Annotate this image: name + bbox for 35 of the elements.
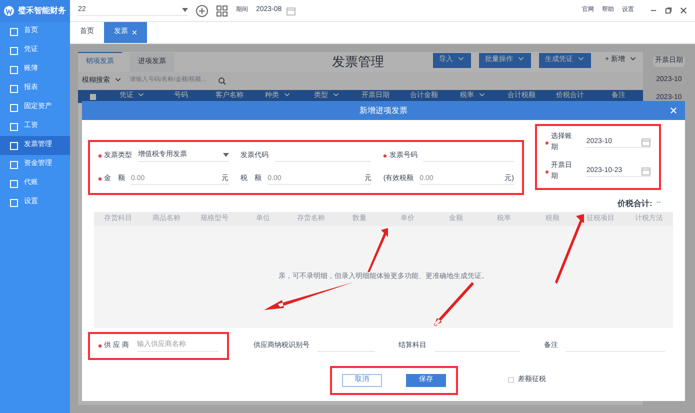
menu-icon [10, 28, 18, 36]
page-title: 发票管理 [332, 53, 384, 71]
total-label: 价税合计: [618, 198, 652, 210]
calendar-icon [641, 136, 651, 147]
required-icon [98, 154, 102, 158]
required-icon [98, 344, 102, 348]
menu-icon [10, 84, 18, 92]
required-icon [545, 170, 549, 174]
restore-icon[interactable] [665, 7, 672, 14]
minimize-icon[interactable] [650, 7, 657, 14]
calendar-icon [641, 166, 651, 176]
caret-down-icon [182, 8, 188, 12]
add-icon[interactable] [196, 4, 208, 16]
menu-icon [10, 46, 18, 54]
required-icon [383, 154, 388, 158]
caret-down-icon [222, 153, 229, 158]
dialog-title: 新增进项发票 [360, 104, 408, 116]
logo-icon [4, 4, 14, 18]
menu-icon [10, 198, 18, 206]
close-icon[interactable] [680, 7, 687, 14]
menu-icon [10, 180, 18, 188]
grid-icon[interactable] [216, 4, 228, 16]
required-icon [545, 140, 549, 144]
menu-icon [10, 122, 18, 130]
menu-icon [10, 104, 18, 112]
annotation-arrow [434, 282, 474, 326]
logo-text: 璧禾智能财务 [18, 5, 66, 17]
select-all-checkbox[interactable] [90, 94, 96, 100]
menu-icon [10, 160, 18, 168]
required-icon [98, 177, 102, 182]
menu-icon [10, 142, 18, 150]
calendar-icon [286, 6, 296, 16]
chevron-down-icon [114, 76, 122, 84]
menu-icon [10, 66, 18, 74]
search-icon[interactable] [218, 76, 226, 85]
